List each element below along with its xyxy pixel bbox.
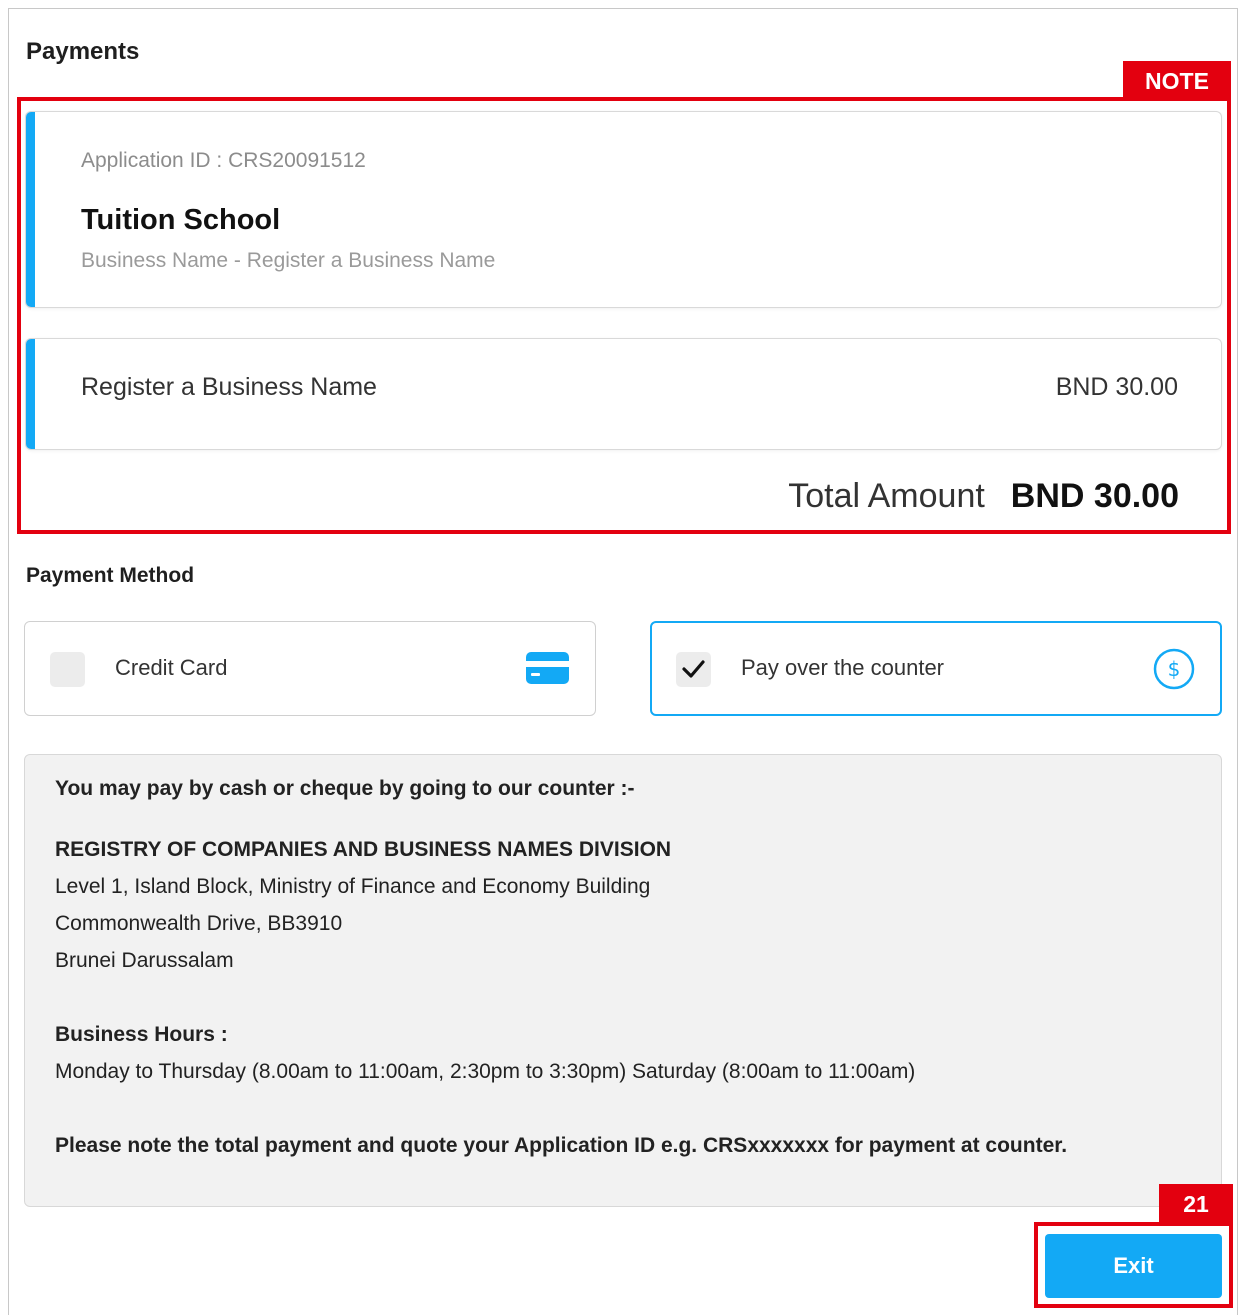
dollar-circle-icon: $ bbox=[1153, 648, 1195, 695]
payment-method-title: Payment Method bbox=[26, 564, 195, 587]
svg-text:$: $ bbox=[1168, 657, 1181, 681]
application-name: Tuition School bbox=[81, 204, 281, 236]
step-number-tag: 21 bbox=[1159, 1184, 1233, 1224]
payment-option-counter[interactable]: Pay over the counter $ bbox=[650, 621, 1222, 716]
line-item-label: Register a Business Name bbox=[81, 373, 377, 401]
credit-card-checkbox[interactable] bbox=[50, 652, 85, 687]
counter-checkbox[interactable] bbox=[676, 652, 711, 687]
total-value: BND 30.00 bbox=[1010, 477, 1179, 515]
application-id: Application ID : CRS20091512 bbox=[81, 149, 366, 172]
line-item-card: Register a Business Name BND 30.00 bbox=[25, 338, 1222, 450]
page-title: Payments bbox=[26, 38, 140, 65]
address-line-2: Commonwealth Drive, BB3910 bbox=[55, 912, 343, 935]
application-subtitle: Business Name - Register a Business Name bbox=[81, 249, 496, 272]
credit-card-icon bbox=[526, 652, 569, 689]
payment-note: Please note the total payment and quote … bbox=[55, 1134, 1068, 1157]
business-hours-title: Business Hours : bbox=[55, 1023, 228, 1046]
counter-intro: You may pay by cash or cheque by going t… bbox=[55, 777, 635, 800]
application-card: Application ID : CRS20091512 Tuition Sch… bbox=[25, 111, 1222, 308]
address-line-1: Level 1, Island Block, Ministry of Finan… bbox=[55, 875, 651, 898]
business-hours: Monday to Thursday (8.00am to 11:00am, 2… bbox=[55, 1060, 916, 1083]
total-row: Total Amount BND 30.00 bbox=[788, 477, 1179, 516]
address-line-3: Brunei Darussalam bbox=[55, 949, 234, 972]
exit-button[interactable]: Exit bbox=[1045, 1234, 1222, 1298]
payment-option-credit-card[interactable]: Credit Card bbox=[24, 621, 596, 716]
counter-label: Pay over the counter bbox=[741, 655, 945, 680]
total-label: Total Amount bbox=[788, 477, 985, 515]
credit-card-label: Credit Card bbox=[115, 655, 228, 680]
line-item-amount: BND 30.00 bbox=[1055, 373, 1178, 401]
counter-info-panel: You may pay by cash or cheque by going t… bbox=[24, 754, 1222, 1207]
office-name: REGISTRY OF COMPANIES AND BUSINESS NAMES… bbox=[55, 838, 672, 861]
note-tag: NOTE bbox=[1123, 61, 1231, 101]
